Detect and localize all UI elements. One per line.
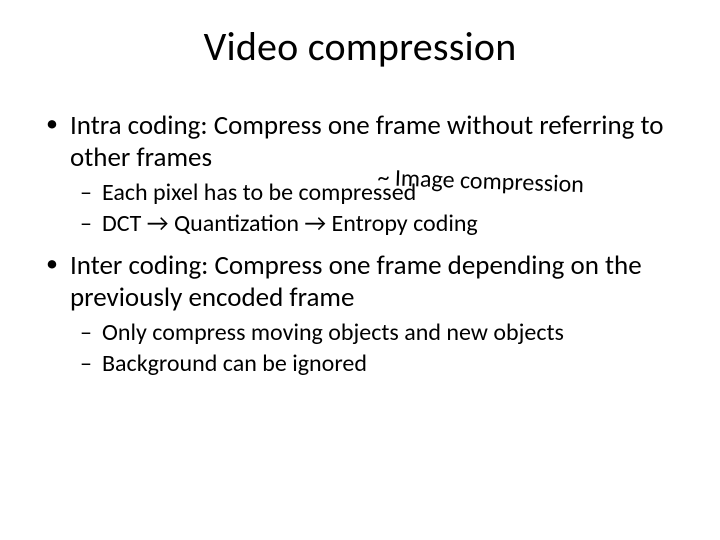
slide: Video compression Intra coding: Compress… [0,0,720,540]
slide-body: Intra coding: Compress one frame without… [46,110,680,381]
subbullet-background: Background can be ignored [46,349,680,378]
subbullet-dct-pipeline: DCT → Quantization → Entropy coding [46,209,680,238]
slide-title: Video compression [0,22,720,71]
subbullet-moving-objects: Only compress moving objects and new obj… [46,318,680,347]
bullet-inter-coding: Inter coding: Compress one frame dependi… [46,250,680,314]
bullet-intra-coding: Intra coding: Compress one frame without… [46,110,680,174]
subbullet-each-pixel: Each pixel has to be compressed [46,178,680,207]
